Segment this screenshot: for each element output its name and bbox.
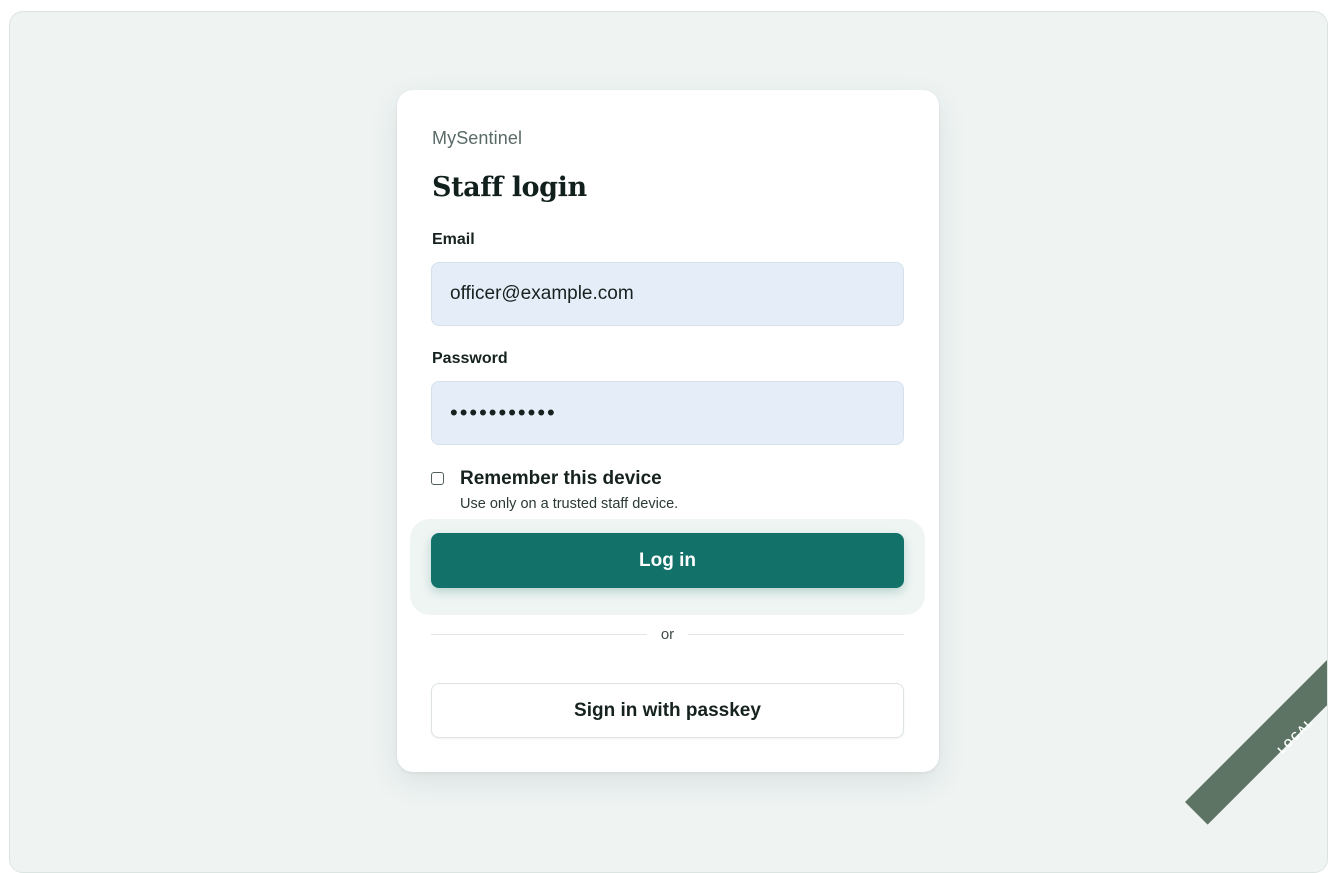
login-button[interactable]: Log in: [431, 533, 904, 588]
divider-line-left: [431, 633, 647, 635]
environment-ribbon-label: LOCAL: [1275, 715, 1317, 757]
password-field[interactable]: [431, 381, 904, 445]
divider-line-right: [688, 633, 904, 635]
email-field[interactable]: [431, 262, 904, 326]
page-background: MySentinel Staff login Email Password Re…: [9, 11, 1328, 873]
email-label: Email: [432, 231, 475, 248]
or-divider: or: [431, 623, 904, 645]
brand-name: MySentinel: [432, 128, 523, 148]
password-label: Password: [432, 350, 508, 367]
page-title: Staff login: [432, 172, 587, 203]
divider-text: or: [660, 625, 675, 643]
environment-ribbon: LOCAL: [1185, 625, 1327, 825]
remember-device-checkbox[interactable]: [431, 472, 444, 485]
remember-device-option[interactable]: Remember this device Use only on a trust…: [431, 468, 678, 512]
remember-device-label: Remember this device: [460, 468, 662, 489]
passkey-signin-button[interactable]: Sign in with passkey: [431, 683, 904, 738]
remember-device-hint: Use only on a trusted staff device.: [460, 496, 679, 512]
login-card: MySentinel Staff login Email Password Re…: [397, 90, 939, 772]
remember-device-text: Remember this device Use only on a trust…: [460, 468, 678, 512]
